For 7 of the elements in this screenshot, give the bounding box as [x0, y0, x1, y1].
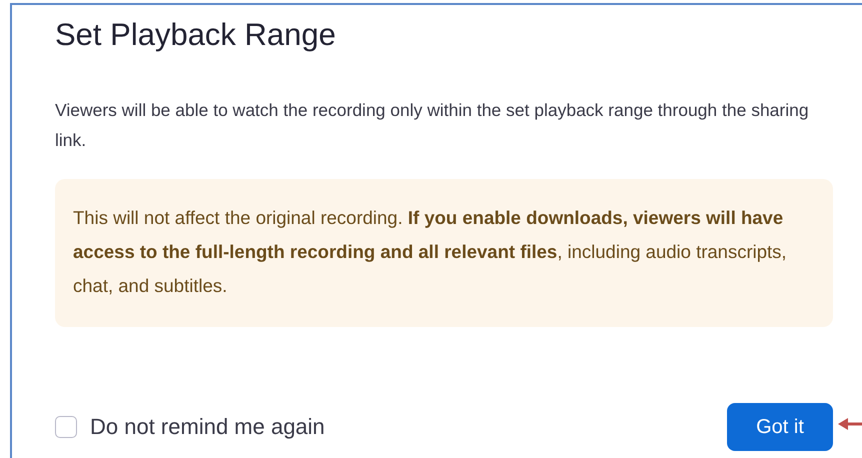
remind-label[interactable]: Do not remind me again [90, 414, 325, 440]
arrow-icon [838, 417, 862, 431]
dialog-title: Set Playback Range [55, 16, 337, 54]
remind-checkbox[interactable] [55, 416, 77, 438]
got-it-button[interactable]: Got it [727, 403, 833, 451]
notice-text: This will not affect the original recording. If you enable downloads, viewers will have access to the full-length recording and all relevant files, including audio transcripts, chat, and subtitles. [55, 179, 833, 327]
description-text: Viewers will be able to watch the recording only within the set playback range through the sharing link. [55, 99, 810, 152]
